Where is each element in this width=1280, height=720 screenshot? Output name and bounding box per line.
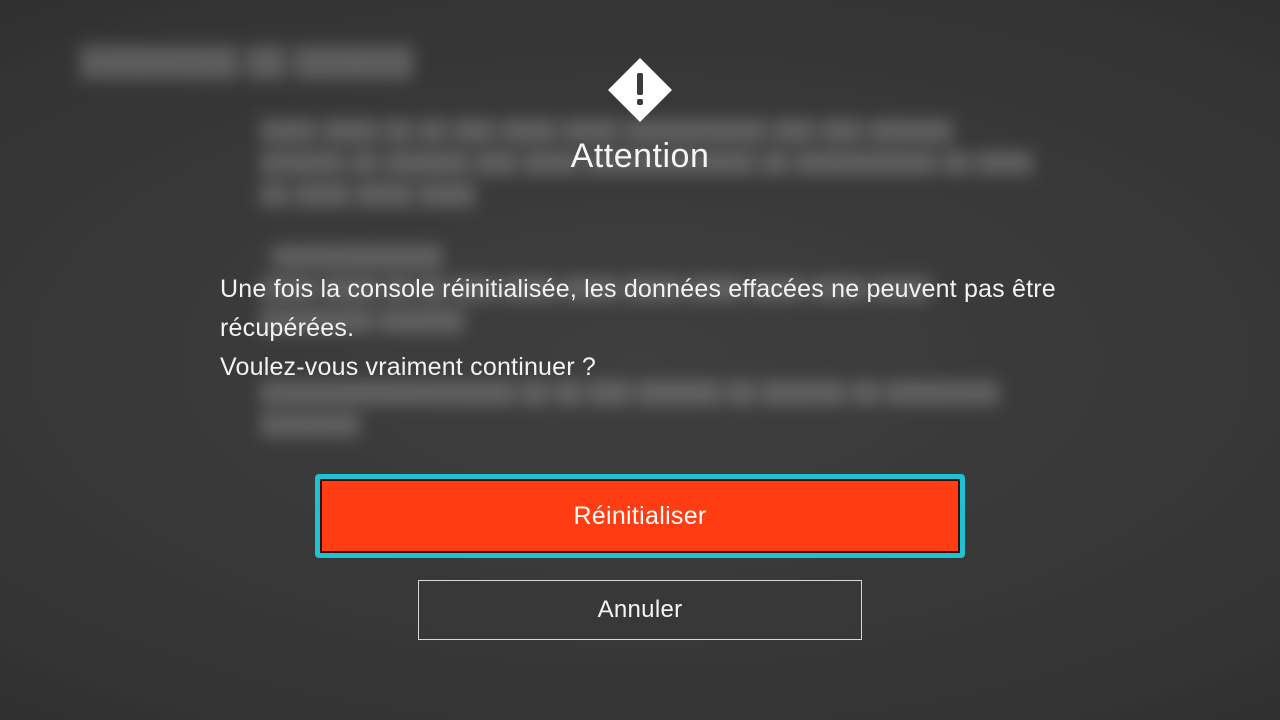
reset-button[interactable]: Réinitialiser: [320, 479, 960, 553]
dialog-actions: Réinitialiser Annuler: [315, 474, 965, 640]
dialog-message-line-2: Voulez-vous vraiment continuer ?: [220, 348, 1060, 387]
warning-icon: [605, 55, 675, 125]
primary-button-focus-ring: Réinitialiser: [315, 474, 965, 558]
dialog-message-line-1: Une fois la console réinitialisée, les d…: [220, 270, 1060, 348]
dialog-message: Une fois la console réinitialisée, les d…: [220, 270, 1060, 386]
dialog-title: Attention: [571, 137, 710, 176]
cancel-button[interactable]: Annuler: [418, 580, 862, 640]
confirmation-dialog: Attention Une fois la console réinitiali…: [0, 0, 1280, 720]
